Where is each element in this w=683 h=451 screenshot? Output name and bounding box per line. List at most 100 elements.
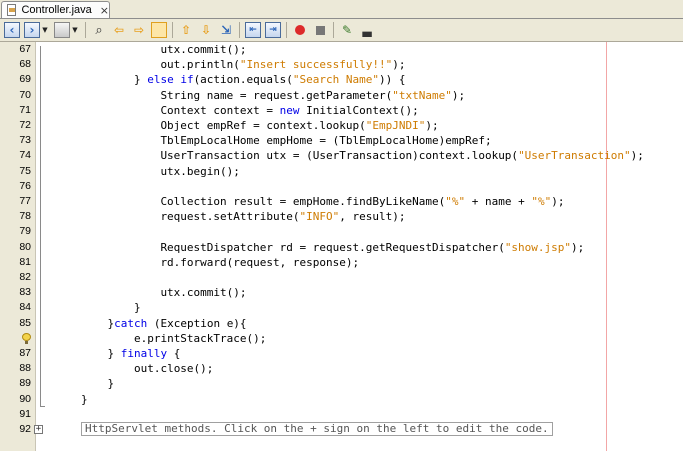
string-token: "Search Name" [292, 73, 379, 87]
code-token: (Exception e){ [147, 316, 247, 330]
editor-tab-bar: Controller.java × [0, 0, 683, 19]
code-token: utx.commit(); [160, 286, 247, 300]
code-token: } [133, 301, 141, 315]
expand-fold-icon[interactable]: + [34, 425, 43, 434]
line-number: 84 [19, 301, 31, 314]
code-line: 77 Collection result = empHome.findByLike… [0, 194, 683, 209]
history-icon[interactable] [54, 22, 70, 38]
code-text: out.close(); [134, 361, 213, 376]
code-line: 84} [0, 300, 683, 315]
start-macro-icon[interactable] [292, 22, 308, 38]
line-number: 91 [19, 407, 31, 420]
find-icon[interactable]: ⌕ [91, 22, 107, 38]
uncomment-icon[interactable]: ▃ [359, 22, 375, 38]
forward-icon[interactable]: › [24, 22, 40, 38]
string-token: "UserTransaction" [518, 149, 631, 163]
code-token: ); [451, 88, 466, 102]
line-number: 70 [19, 88, 31, 101]
code-token: (action.equals( [193, 73, 293, 87]
code-text: utx.begin(); [160, 164, 239, 179]
code-token: Context context = [160, 103, 280, 117]
lightbulb-hint-icon[interactable] [22, 332, 31, 344]
code-token: InitialContext(); [299, 103, 419, 117]
code-token: Object empRef = context.lookup( [160, 119, 366, 132]
code-token: } [133, 73, 148, 87]
code-token: } [81, 392, 88, 406]
code-token: out.close(); [133, 362, 214, 376]
comment-icon[interactable]: ✎ [339, 22, 355, 38]
line-number: 80 [19, 240, 31, 253]
stop-macro-icon[interactable] [312, 22, 328, 38]
line-number: 73 [19, 134, 31, 147]
shift-right-icon[interactable]: ⇥ [265, 22, 281, 38]
code-line: 71 Context context = new InitialContext()… [0, 103, 683, 118]
code-text: TblEmpLocalHome empHome = (TblEmpLocalHo… [160, 133, 491, 148]
code-token: rd.forward(request, response); [160, 255, 360, 269]
chevron-down-icon[interactable]: ▼ [70, 22, 80, 38]
code-text: utx.commit(); [160, 285, 246, 300]
code-line: 68 out.println("Insert successfully!!"); [0, 57, 683, 72]
string-token: "EmpJNDI" [365, 119, 426, 132]
toolbar-separator [172, 22, 173, 38]
code-token: Collection result = empHome.findByLikeNa… [160, 195, 446, 208]
code-token: utx.begin(); [160, 164, 240, 178]
tab-controller-java[interactable]: Controller.java × [1, 1, 110, 18]
code-line: 69} else if(action.equals("Search Name")… [0, 72, 683, 87]
line-number: 90 [19, 392, 31, 405]
code-text: e.printStackTrace(); [134, 331, 266, 346]
previous-bookmark-icon[interactable]: ⇧ [178, 22, 194, 38]
string-token: "INFO" [299, 210, 340, 224]
code-text: UserTransaction utx = (UserTransaction)c… [160, 148, 643, 163]
find-next-icon[interactable]: ⇨ [131, 22, 147, 38]
code-token: )) { [379, 73, 406, 87]
code-token: utx.commit(); [160, 43, 247, 56]
string-token: "txtName" [392, 88, 452, 102]
toggle-bookmark-icon[interactable]: ⇲ [218, 22, 234, 38]
code-token: , result); [339, 210, 406, 224]
folded-methods-placeholder[interactable]: HttpServlet methods. Click on the + sign… [81, 422, 553, 436]
code-token: ); [630, 149, 644, 163]
line-number: 81 [19, 255, 31, 268]
back-icon[interactable]: ‹ [4, 22, 20, 38]
find-previous-icon[interactable]: ⇦ [111, 22, 127, 38]
code-text: } finally { [107, 346, 180, 361]
keyword-token: finally [120, 347, 168, 360]
code-text: } [81, 392, 88, 407]
tab-label: Controller.java [21, 4, 92, 16]
code-line: 91 [0, 407, 683, 422]
code-token: request.setAttribute( [160, 210, 300, 224]
line-number: 67 [19, 43, 31, 55]
java-file-icon [7, 4, 17, 16]
string-token: "%" [445, 195, 466, 208]
string-token: "show.jsp" [504, 240, 572, 254]
code-line: 83 utx.commit(); [0, 285, 683, 300]
line-number: 87 [19, 347, 31, 359]
code-text: out.println("Insert successfully!!"); [160, 57, 405, 72]
chevron-down-icon[interactable]: ▼ [40, 22, 50, 38]
code-token: ); [571, 240, 585, 254]
toggle-highlight-icon[interactable] [151, 22, 167, 38]
line-number: 68 [19, 58, 31, 71]
code-token: e.printStackTrace(); [133, 331, 267, 345]
line-number: 88 [19, 362, 31, 375]
keyword-token: else if [147, 73, 194, 87]
code-text: Collection result = empHome.findByLikeNa… [160, 194, 564, 209]
code-line: 87 } finally { [0, 346, 683, 361]
code-text: }catch (Exception e){ [107, 316, 246, 331]
code-token: TblEmpLocalHome empHome = (TblEmpLocalHo… [160, 134, 492, 148]
line-number: 76 [19, 179, 31, 192]
code-token: RequestDispatcher rd = request.getReques… [160, 240, 505, 254]
shift-left-icon[interactable]: ⇤ [245, 22, 261, 38]
code-token: { [167, 347, 181, 360]
close-icon[interactable]: × [100, 4, 109, 17]
line-number: 77 [19, 195, 31, 207]
keyword-token: new [279, 103, 300, 117]
code-line: 73 TblEmpLocalHome empHome = (TblEmpLocal… [0, 133, 683, 148]
next-bookmark-icon[interactable]: ⇩ [198, 22, 214, 38]
line-number: 75 [19, 164, 31, 177]
line-number: 72 [19, 119, 31, 131]
code-line: 90} [0, 392, 683, 407]
code-token: ); [392, 58, 406, 72]
code-line: 89} [0, 376, 683, 391]
code-line: 67 utx.commit(); [0, 42, 683, 57]
